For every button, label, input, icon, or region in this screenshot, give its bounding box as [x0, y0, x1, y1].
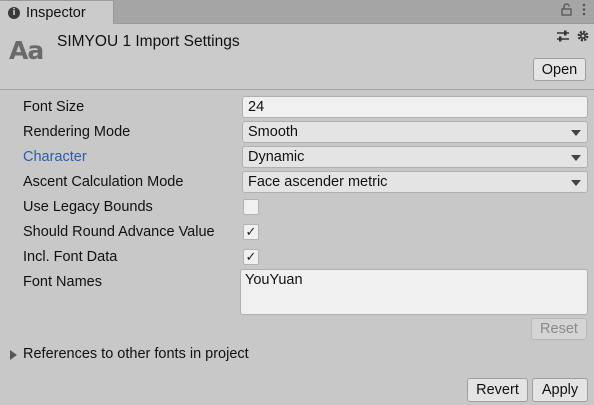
font-names-label: Font Names: [23, 274, 102, 290]
kebab-menu-icon[interactable]: [582, 3, 586, 19]
font-asset-icon: Aa: [9, 36, 44, 65]
foldout-label: References to other fonts in project: [23, 346, 249, 362]
incl-font-data-row: Incl. Font Data ✓: [0, 245, 594, 269]
checkmark-icon: ✓: [245, 224, 257, 240]
font-size-label: Font Size: [23, 99, 85, 115]
font-size-row: Font Size 24: [0, 95, 594, 119]
rendering-mode-label: Rendering Mode: [23, 124, 131, 140]
font-size-input[interactable]: 24: [242, 96, 588, 118]
info-icon: i: [8, 6, 20, 19]
font-names-textarea[interactable]: YouYuan: [240, 269, 588, 315]
page-title: SIMYOU 1 Import Settings: [57, 33, 240, 50]
header-icons: [556, 29, 590, 47]
rendering-mode-row: Rendering Mode Smooth: [0, 120, 594, 144]
character-row: Character Dynamic: [0, 145, 594, 169]
chevron-right-icon: [10, 350, 17, 360]
round-advance-checkbox[interactable]: ✓: [243, 224, 259, 240]
character-dropdown[interactable]: Dynamic: [242, 146, 588, 168]
character-value: Dynamic: [248, 149, 305, 165]
revert-button[interactable]: Revert: [467, 378, 528, 402]
incl-font-data-label: Incl. Font Data: [23, 249, 118, 265]
chevron-down-icon: [571, 180, 581, 186]
lock-icon[interactable]: [561, 3, 572, 19]
sliders-icon[interactable]: [556, 29, 570, 47]
tab-strip: i Inspector: [0, 0, 594, 24]
rendering-mode-value: Smooth: [248, 124, 298, 140]
checkmark-icon: ✓: [245, 249, 257, 265]
tab-inspector[interactable]: i Inspector: [0, 0, 114, 24]
chevron-down-icon: [571, 155, 581, 161]
ascent-mode-row: Ascent Calculation Mode Face ascender me…: [0, 170, 594, 194]
ascent-mode-value: Face ascender metric: [248, 174, 388, 190]
reset-button[interactable]: Reset: [531, 318, 587, 340]
references-foldout[interactable]: References to other fonts in project: [0, 344, 594, 366]
tab-label: Inspector: [26, 4, 86, 21]
incl-font-data-checkbox[interactable]: ✓: [243, 249, 259, 265]
legacy-bounds-label: Use Legacy Bounds: [23, 199, 153, 215]
legacy-bounds-checkbox[interactable]: [243, 199, 259, 215]
round-advance-row: Should Round Advance Value ✓: [0, 220, 594, 244]
legacy-bounds-row: Use Legacy Bounds: [0, 195, 594, 219]
inspector-header: Aa SIMYOU 1 Import Settings Open: [0, 24, 594, 90]
apply-button[interactable]: Apply: [532, 378, 588, 402]
tab-actions: [561, 3, 586, 19]
ascent-mode-dropdown[interactable]: Face ascender metric: [242, 171, 588, 193]
gear-icon[interactable]: [576, 29, 590, 47]
character-label[interactable]: Character: [23, 149, 87, 165]
ascent-mode-label: Ascent Calculation Mode: [23, 174, 184, 190]
rendering-mode-dropdown[interactable]: Smooth: [242, 121, 588, 143]
chevron-down-icon: [571, 130, 581, 136]
open-button[interactable]: Open: [533, 58, 586, 81]
round-advance-label: Should Round Advance Value: [23, 224, 215, 240]
